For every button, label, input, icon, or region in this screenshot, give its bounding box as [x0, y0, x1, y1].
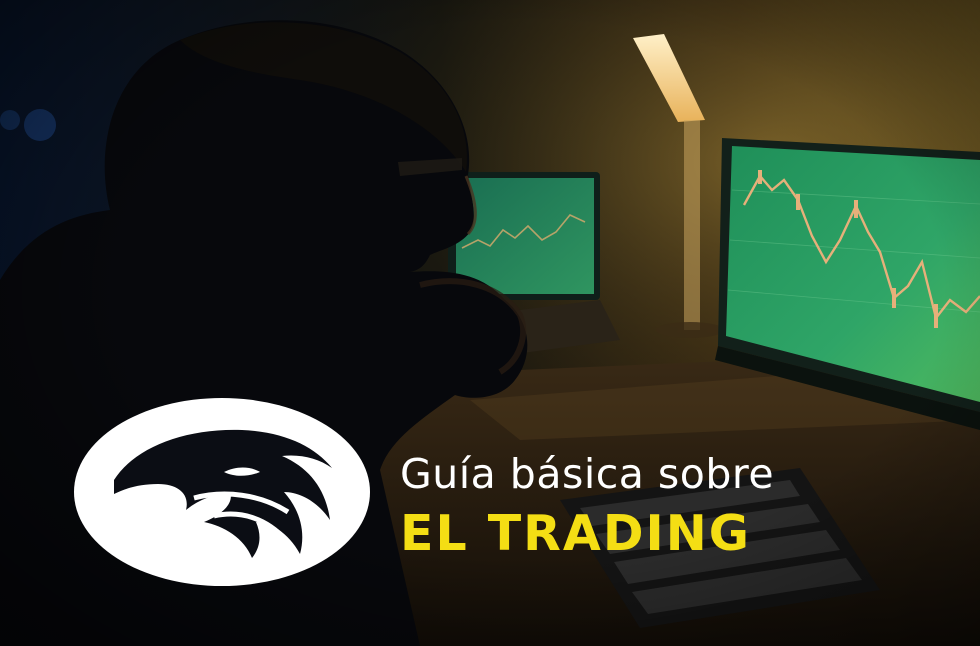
headline: Guía básica sobre EL TRADING — [400, 448, 774, 564]
eagle-logo — [74, 398, 370, 586]
headline-line-2: EL TRADING — [400, 505, 751, 562]
headline-line-1: Guía básica sobre — [400, 450, 775, 498]
eagle-head-icon — [114, 429, 332, 558]
hero-banner: Guía básica sobre EL TRADING — [0, 0, 980, 646]
